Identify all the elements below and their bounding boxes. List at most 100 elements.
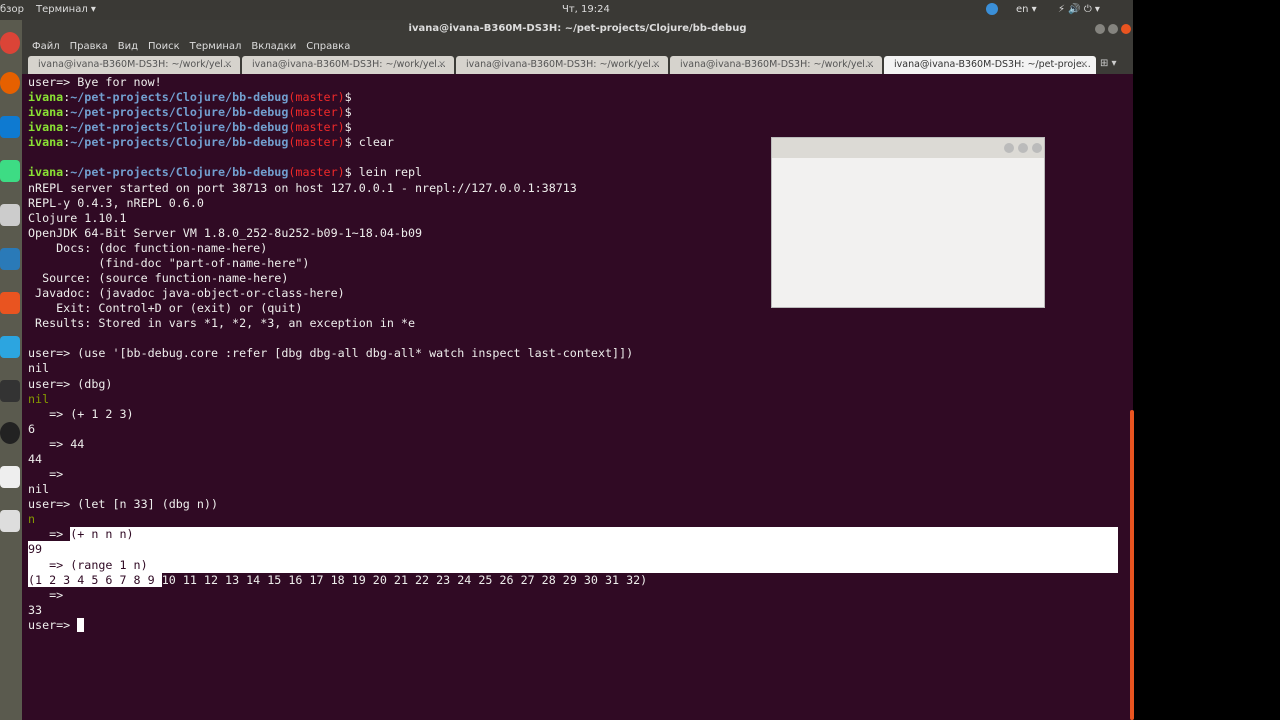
close-tab-icon[interactable]: × [224,56,232,74]
software-icon[interactable] [0,292,20,314]
terminal-line: 99 [28,542,1118,558]
minimize-button[interactable] [1004,143,1014,153]
terminal-text: 44 [28,451,43,466]
terminal-text: $ lein repl [344,165,423,180]
text-editor-icon[interactable] [0,466,20,488]
tab-2[interactable]: ivana@ivana-B360M-DS3H: ~/work/yel... × [242,56,454,74]
menu-view[interactable]: Вид [118,41,138,52]
cursor [77,617,85,632]
tab-3[interactable]: ivana@ivana-B360M-DS3H: ~/work/yel... × [456,56,668,74]
telegram-icon[interactable] [0,336,20,358]
close-tab-icon[interactable]: × [438,56,446,74]
scrollbar[interactable] [1130,410,1134,720]
terminal-text: Clojure 1.10.1 [28,210,127,225]
terminal-line: nil [28,482,1118,497]
language-selector[interactable]: en ▾ [1016,4,1037,15]
maximize-button[interactable] [1108,24,1118,34]
close-button[interactable] [1032,143,1042,153]
java-icon[interactable] [0,510,20,532]
popup-titlebar[interactable] [772,138,1044,158]
blank-floating-window[interactable] [771,137,1045,308]
app-menu[interactable]: Терминал ▾ [36,4,96,15]
menu-search[interactable]: Поиск [148,41,180,52]
minimize-button[interactable] [1095,24,1105,34]
terminal-text: => [28,527,71,542]
files-icon[interactable] [0,204,20,226]
terminal-line: user=> Bye for now! [28,75,1118,90]
window-titlebar[interactable]: ivana@ivana-B360M-DS3H: ~/pet-projects/C… [22,20,1133,38]
terminal-text: ivana [28,135,64,150]
terminal-line: user=> (let [n 33] (dbg n)) [28,497,1118,512]
terminal-text: n [28,512,36,527]
obs-icon[interactable] [0,422,20,444]
terminal-text: (master) [288,105,345,120]
close-tab-icon[interactable]: × [1080,56,1088,74]
terminal-line: => (+ n n n) [28,527,1118,543]
terminal-text: $ clear [344,135,394,150]
menu-file[interactable]: Файл [32,41,60,52]
terminal-text: nil [28,391,50,406]
activities-button[interactable]: бзор [0,4,24,15]
terminal-text: ~/pet-projects/Clojure/bb-debug [70,90,289,105]
terminal-line: user=> [28,617,1118,633]
new-tab-button[interactable]: ⊞ ▾ [1100,58,1117,69]
terminal-line: user=> (use '[bb-debug.core :refer [dbg … [28,346,1118,361]
terminal-text: ivana [28,120,64,135]
selected-text: 99 [28,542,43,557]
terminal-text: user=> (let [n 33] (dbg n)) [28,497,218,512]
clock[interactable]: Чт, 19:24 [562,4,610,15]
tab-4[interactable]: ivana@ivana-B360M-DS3H: ~/work/yel... × [670,56,882,74]
firefox-icon[interactable] [0,72,20,94]
terminal-line: ivana:~/pet-projects/Clojure/bb-debug(ma… [28,90,1118,105]
terminal-text: 10 11 12 13 14 15 16 17 18 19 20 21 22 2… [161,572,648,587]
writer-icon[interactable] [0,248,20,270]
terminal-text: 33 [28,602,43,617]
terminal-text: user=> (use '[bb-debug.core :refer [dbg … [28,346,634,361]
menu-edit[interactable]: Правка [70,41,108,52]
terminal-text: 6 [28,421,36,436]
tab-5-active[interactable]: ivana@ivana-B360M-DS3H: ~/pet-proje... × [884,56,1096,74]
terminal-text: nil [28,361,50,376]
menu-tabs[interactable]: Вкладки [251,41,296,52]
terminal-text: Exit: Control+D or (exit) or (quit) [28,301,303,316]
terminal-line: n [28,512,1118,527]
terminal-text: => [28,587,64,602]
tab-label: ivana@ivana-B360M-DS3H: ~/work/yel... [680,59,874,70]
terminal-line: 6 [28,422,1118,437]
notification-icon[interactable] [986,3,998,15]
tab-1[interactable]: ivana@ivana-B360M-DS3H: ~/work/yel... × [28,56,240,74]
terminal-text: ivana [28,165,64,180]
menu-help[interactable]: Справка [306,41,350,52]
close-tab-icon[interactable]: × [652,56,660,74]
terminal-line: => [28,588,1118,603]
selected-text: => (range 1 n) [28,557,148,572]
menu-bar: Файл Правка Вид Поиск Терминал Вкладки Справка [22,38,1133,55]
chrome-icon[interactable] [0,32,20,54]
terminal-text: ~/pet-projects/Clojure/bb-debug [70,135,289,150]
maximize-button[interactable] [1018,143,1028,153]
terminal-text: ~/pet-projects/Clojure/bb-debug [70,165,289,180]
terminal-text: ivana [28,90,64,105]
terminal-text: ~/pet-projects/Clojure/bb-debug [70,105,289,120]
terminal-line: (1 2 3 4 5 6 7 8 9 10 11 12 13 14 15 16 … [28,572,1118,588]
terminal-icon[interactable] [0,380,20,402]
close-button[interactable] [1121,24,1131,34]
terminal-line: user=> (dbg) [28,377,1118,392]
menu-terminal[interactable]: Терминал [190,41,242,52]
window-title: ivana@ivana-B360M-DS3H: ~/pet-projects/C… [408,23,747,34]
terminal-line: ivana:~/pet-projects/Clojure/bb-debug(ma… [28,105,1118,120]
terminal-text: (master) [288,120,345,135]
terminal-text: OpenJDK 64-Bit Server VM 1.8.0_252-8u252… [28,225,423,240]
terminal-line: nil [28,392,1118,407]
android-studio-icon[interactable] [0,160,20,182]
terminal-text: (master) [288,135,345,150]
terminal-text: => (+ 1 2 3) [28,406,134,421]
system-menu[interactable]: ⚡ 🔊 ⏻ ▾ [1058,4,1100,15]
close-tab-icon[interactable]: × [866,56,874,74]
terminal-text: user=> [28,617,78,632]
tab-bar: ivana@ivana-B360M-DS3H: ~/work/yel... × i… [22,55,1133,74]
terminal-line: => (+ 1 2 3) [28,407,1118,422]
vscode-icon[interactable] [0,116,20,138]
terminal-text: Javadoc: (javadoc java-object-or-class-h… [28,286,345,301]
terminal-text: ivana [28,105,64,120]
